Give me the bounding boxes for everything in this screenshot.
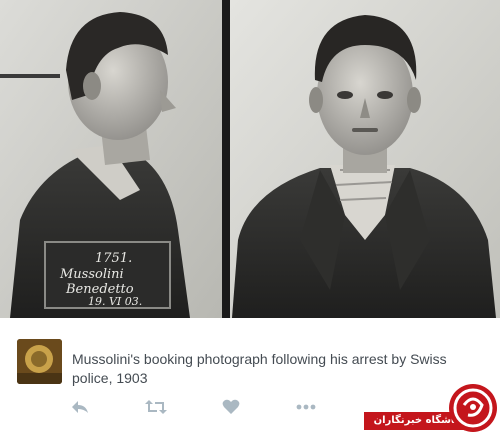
reply-icon	[72, 401, 88, 413]
placard-name-1: Mussolini	[59, 267, 124, 282]
booking-photograph[interactable]: 1751. Mussolini Benedetto 19. VI 03.	[0, 0, 500, 318]
like-icon	[222, 399, 240, 414]
avatar-image	[17, 339, 62, 384]
placard-number: 1751.	[95, 251, 132, 266]
booking-placard: 1751. Mussolini Benedetto 19. VI 03.	[44, 241, 171, 309]
booking-photo-image: 1751. Mussolini Benedetto 19. VI 03.	[0, 0, 500, 318]
like-button[interactable]	[218, 396, 244, 418]
retweet-icon	[145, 400, 167, 414]
placard-date: 19. VI 03.	[88, 295, 142, 308]
more-button[interactable]	[293, 396, 319, 418]
watermark-logo-icon	[449, 384, 497, 432]
avatar[interactable]	[17, 339, 62, 384]
reply-button[interactable]	[67, 396, 93, 418]
retweet-button[interactable]	[143, 396, 169, 418]
more-icon	[296, 404, 316, 410]
watermark-badge: باشگاه خبرنگاران	[364, 383, 500, 434]
